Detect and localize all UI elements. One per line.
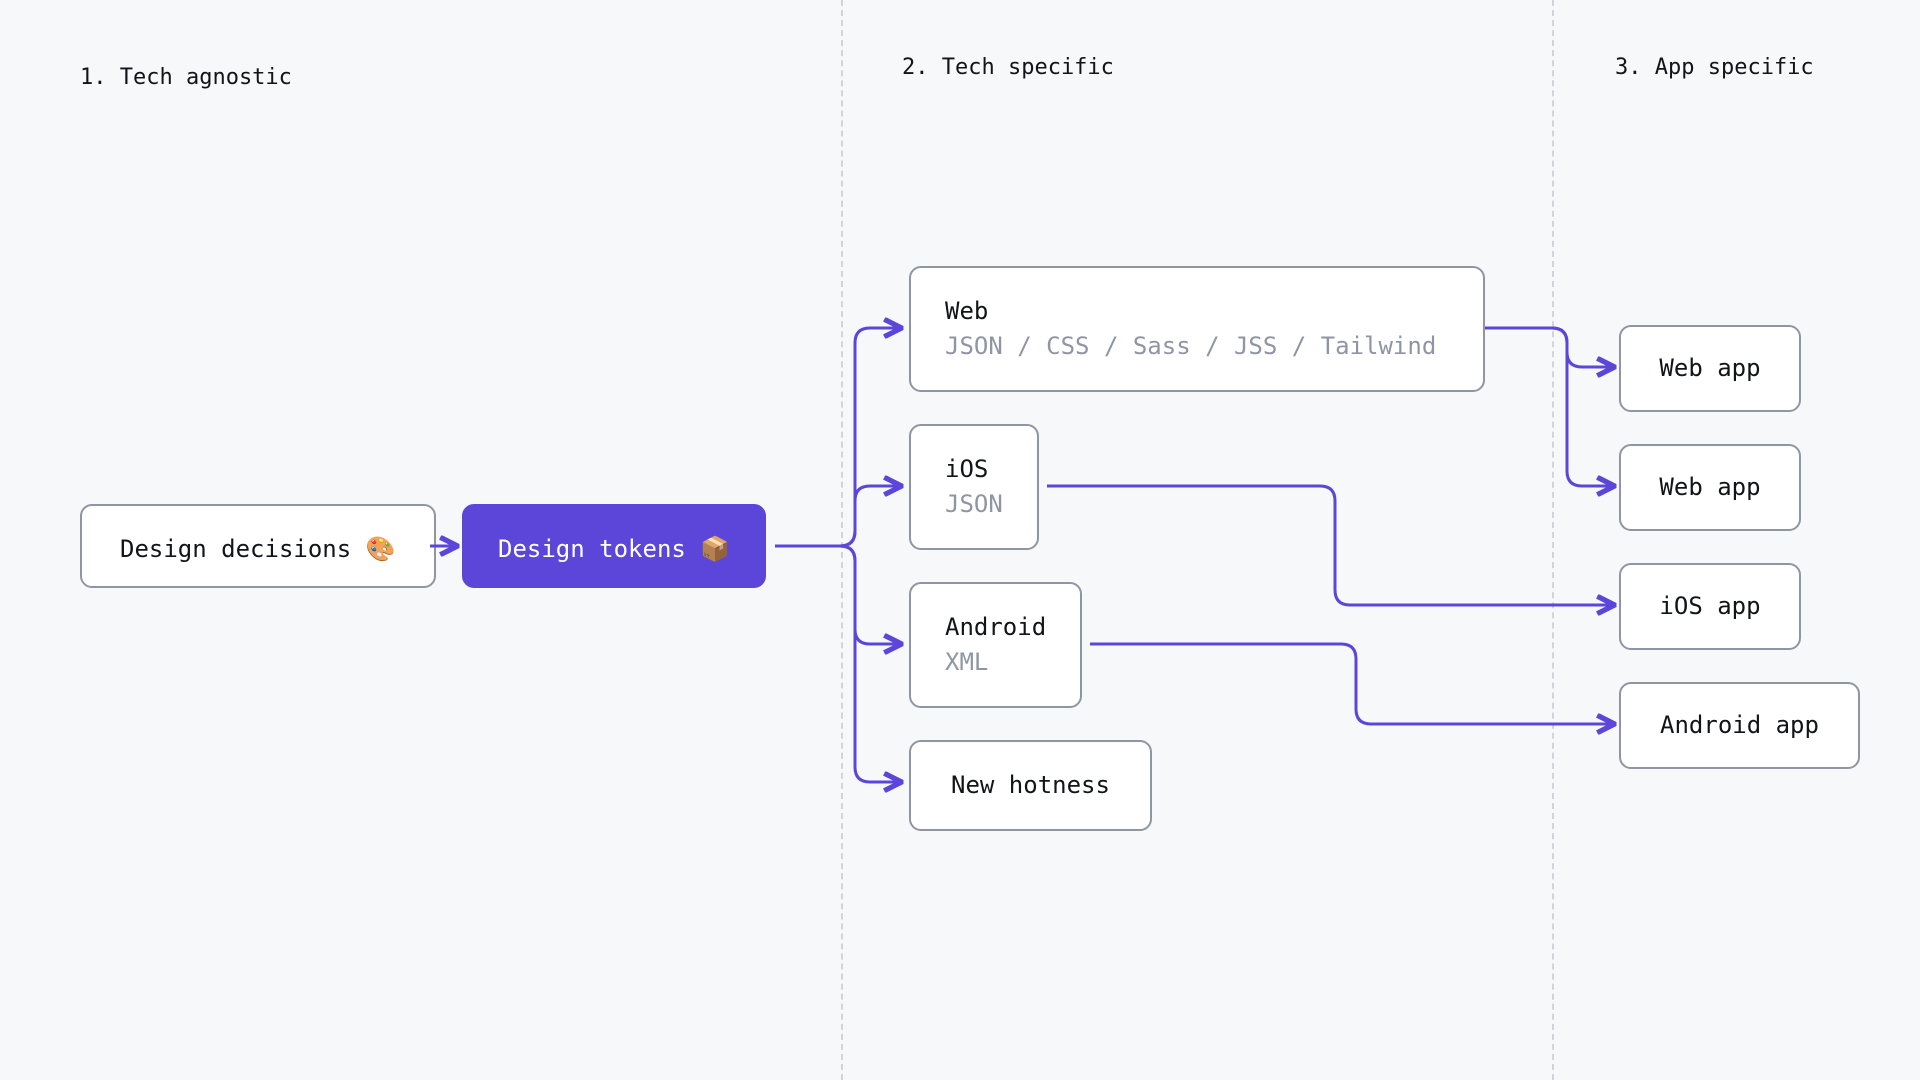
node-ios-title: iOS [945, 455, 988, 483]
node-web: Web JSON / CSS / Sass / JSS / Tailwind [909, 266, 1485, 392]
node-android-sub: XML [945, 645, 1046, 680]
node-app-ios: iOS app [1619, 563, 1801, 650]
section-label-app-specific: 3. App specific [1615, 55, 1814, 80]
node-new-hotness: New hotness [909, 740, 1152, 831]
column-divider-2 [1552, 0, 1554, 1080]
section-label-tech-specific: 2. Tech specific [902, 55, 1114, 80]
node-design-tokens: Design tokens 📦 [462, 504, 766, 588]
node-android-title: Android [945, 613, 1046, 641]
node-web-title: Web [945, 297, 988, 325]
node-android: Android XML [909, 582, 1082, 708]
node-design-decisions: Design decisions 🎨 [80, 504, 436, 588]
section-label-tech-agnostic: 1. Tech agnostic [80, 65, 292, 90]
node-web-sub: JSON / CSS / Sass / JSS / Tailwind [945, 329, 1449, 364]
node-ios: iOS JSON [909, 424, 1039, 550]
node-app-web-2: Web app [1619, 444, 1801, 531]
node-app-android: Android app [1619, 682, 1860, 769]
node-app-web-1: Web app [1619, 325, 1801, 412]
node-ios-sub: JSON [945, 487, 1003, 522]
column-divider-1 [841, 0, 843, 1080]
